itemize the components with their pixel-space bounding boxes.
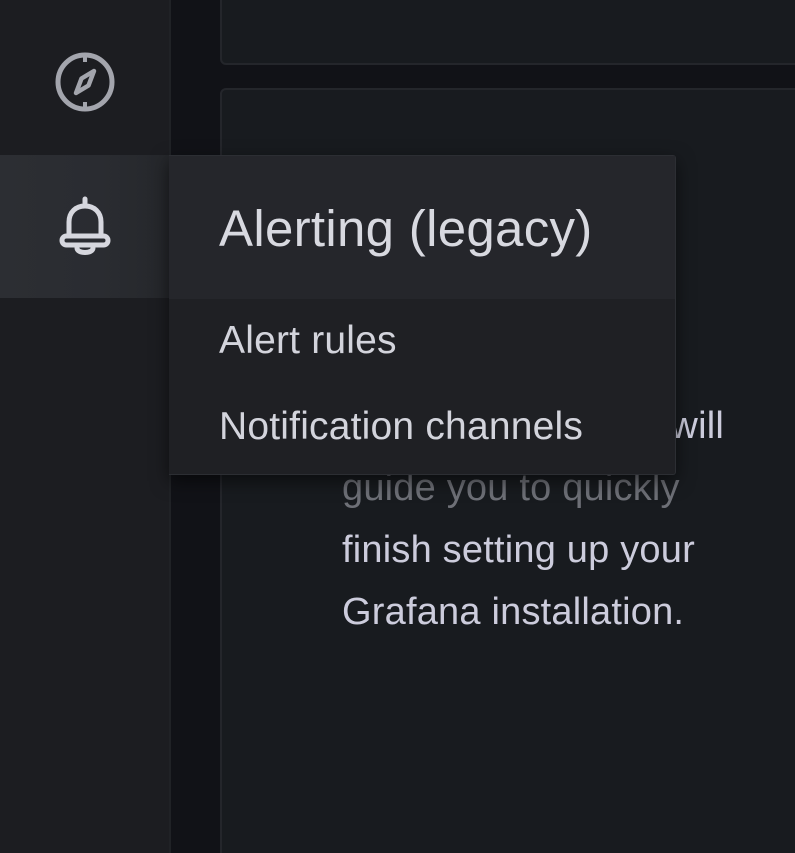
top-panel bbox=[220, 0, 795, 65]
menu-item-notification-channels[interactable]: Notification channels bbox=[219, 405, 583, 449]
panel-text-line4: Grafana installation. bbox=[342, 591, 685, 633]
compass-icon bbox=[55, 52, 114, 112]
sidebar-item-explore[interactable] bbox=[0, 48, 169, 116]
menu-item-alert-rules[interactable]: Alert rules bbox=[219, 319, 397, 363]
bell-icon bbox=[59, 196, 110, 255]
sidebar bbox=[0, 0, 171, 853]
alerting-dropdown-menu: Alerting (legacy) Alert rules Notificati… bbox=[169, 155, 676, 475]
panel-text-line1: will bbox=[670, 405, 724, 447]
menu-title[interactable]: Alerting (legacy) bbox=[219, 199, 593, 258]
panel-text-line3: finish setting up your bbox=[342, 529, 695, 571]
menu-header[interactable]: Alerting (legacy) bbox=[169, 156, 675, 299]
sidebar-item-alerting[interactable] bbox=[0, 155, 169, 298]
app-root: will guide you to quickly finish setting… bbox=[0, 0, 795, 853]
